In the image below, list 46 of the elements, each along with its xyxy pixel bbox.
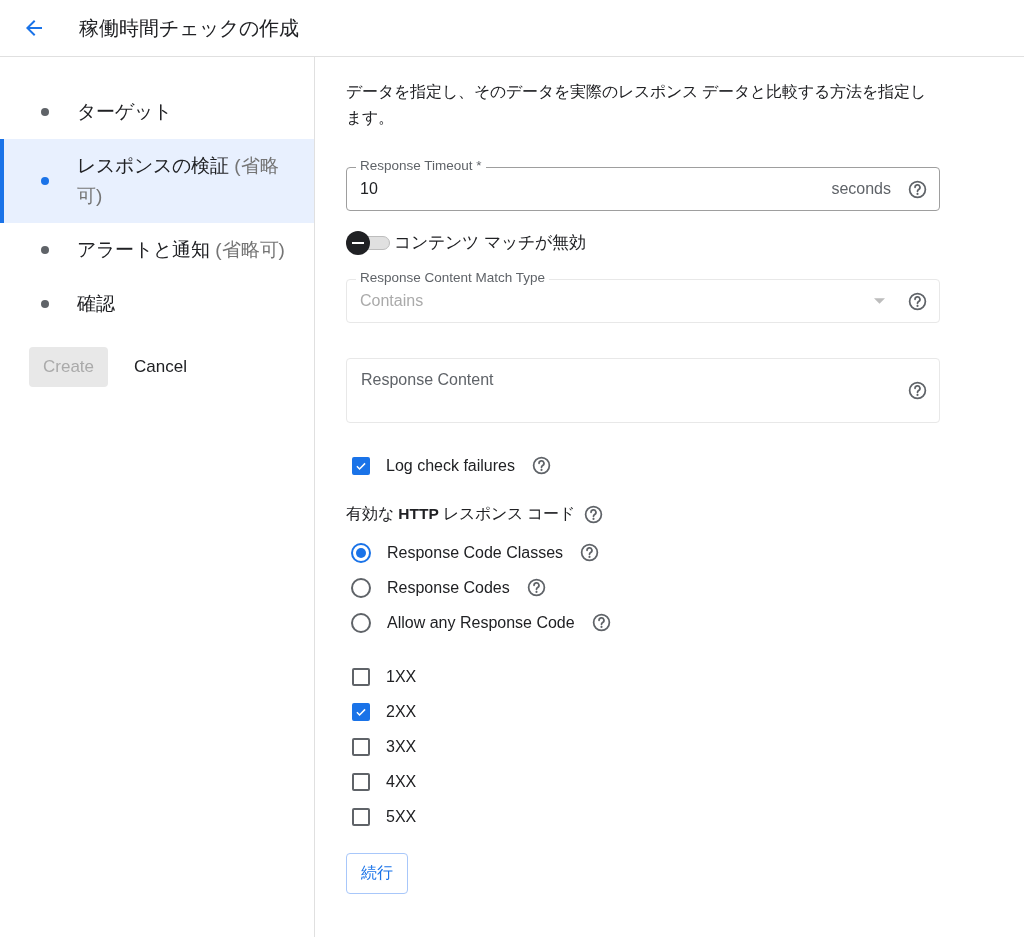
checkbox[interactable] [352, 737, 370, 756]
radio-button[interactable] [351, 612, 371, 633]
toggle-switch[interactable] [346, 231, 390, 255]
select-value: Contains [360, 292, 425, 310]
checkbox-label: Log check failures [386, 456, 515, 475]
timeout-field[interactable]: Response Timeout * 10 seconds [346, 157, 940, 211]
help-icon[interactable] [525, 577, 547, 598]
help-icon[interactable] [907, 178, 928, 200]
checkbox-label: 2XX [386, 702, 417, 721]
continue-button[interactable]: 続行 [346, 853, 408, 894]
bullet-icon [41, 108, 49, 116]
checkbox-label: 3XX [386, 737, 417, 756]
bullet-icon [41, 177, 49, 185]
step-item[interactable]: ターゲット [0, 85, 314, 139]
page-title: 稼働時間チェックの作成 [79, 15, 299, 41]
radio-button[interactable] [351, 577, 371, 598]
field-value: 10 [360, 180, 379, 198]
help-icon[interactable] [530, 455, 552, 476]
help-icon[interactable] [590, 612, 612, 633]
step-item[interactable]: 確認 [0, 277, 314, 331]
radio-label: Response Code Classes [387, 543, 564, 562]
checkbox[interactable] [352, 807, 370, 826]
help-icon[interactable] [583, 504, 605, 525]
checkbox[interactable] [352, 667, 370, 686]
checkbox[interactable] [352, 772, 370, 791]
description-text: データを指定し、そのデータを実際のレスポンス データと比較する方法を指定します。 [346, 82, 928, 128]
dropdown-caret-icon [874, 298, 885, 304]
bullet-icon [41, 246, 49, 254]
radio-label: Allow any Response Code [387, 613, 575, 632]
checkbox-label: 1XX [386, 667, 417, 686]
radio-button[interactable] [351, 542, 371, 563]
bullet-icon [41, 300, 49, 308]
help-icon[interactable] [907, 380, 928, 401]
toggle-label: コンテンツ マッチが無効 [394, 232, 586, 253]
checkbox-label: 5XX [386, 807, 417, 826]
section-heading: 有効な HTTP レスポンス コード [346, 504, 576, 524]
unit-label: seconds [831, 180, 891, 198]
help-icon[interactable] [579, 542, 601, 563]
checkbox[interactable] [352, 702, 370, 721]
response-content-field[interactable]: Response Content [346, 358, 940, 423]
checkbox[interactable] [352, 456, 370, 475]
radio-label: Response Codes [387, 578, 510, 597]
step-item[interactable]: レスポンスの検証 (省略可) [0, 139, 314, 223]
step-item[interactable]: アラートと通知 (省略可) [0, 223, 314, 277]
cancel-button[interactable]: Cancel [120, 347, 201, 387]
checkbox-label: 4XX [386, 772, 417, 791]
